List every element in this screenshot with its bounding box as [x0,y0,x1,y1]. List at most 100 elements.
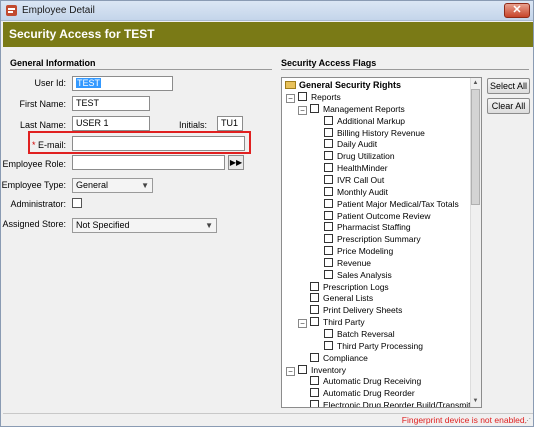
employee-role-lookup-button[interactable]: ▶▶ [228,155,244,170]
employee-type-select[interactable]: General ▼ [72,178,153,193]
flag-checkbox[interactable] [324,257,333,267]
flag-checkbox[interactable] [324,127,333,137]
scroll-up-icon[interactable]: ▲ [471,79,480,88]
tree-item[interactable]: Automatic Drug Reorder [298,387,415,399]
tree-item[interactable]: Price Modeling [312,245,393,257]
flag-label: Drug Utilization [337,151,395,162]
flag-checkbox[interactable] [324,163,333,173]
required-marker: * [31,140,36,150]
first-name-input[interactable]: TEST [72,96,150,111]
employee-role-input[interactable] [72,155,225,170]
assigned-store-select[interactable]: Not Specified ▼ [72,218,217,233]
flag-checkbox[interactable] [310,400,319,407]
last-name-label: Last Name: [19,120,66,130]
general-info-heading: General Information [10,58,96,68]
flag-checkbox[interactable] [310,103,319,113]
tree-item[interactable]: Billing History Revenue [312,127,425,139]
folder-icon [285,81,296,89]
tree-item[interactable]: IVR Call Out [312,174,384,186]
tree-item[interactable]: − Inventory [286,364,346,376]
flag-checkbox[interactable] [310,388,319,398]
chevron-down-icon: ▼ [141,181,149,190]
flag-label: Prescription Summary [337,234,421,245]
flag-label: Billing History Revenue [337,127,425,138]
scrollbar-thumb[interactable] [471,89,480,205]
flag-checkbox[interactable] [324,234,333,244]
tree-item[interactable]: Pharmacist Staffing [312,221,411,233]
scroll-down-icon[interactable]: ▼ [471,397,480,406]
email-label-text: E-mail: [37,140,66,150]
collapse-toggle-icon[interactable]: − [298,319,307,329]
flag-checkbox[interactable] [324,186,333,196]
security-flags-tree[interactable]: General Security Rights − Reports − Managem… [281,77,482,408]
flag-checkbox[interactable] [310,376,319,386]
tree-item[interactable]: Patient Major Medical/Tax Totals [312,198,459,210]
collapse-toggle-icon[interactable]: − [298,105,307,115]
tree-item[interactable]: Electronic Drug Reorder Build/Transmit [298,399,471,407]
tree-item[interactable]: Automatic Drug Receiving [298,375,421,387]
flag-label: HealthMinder [337,163,388,174]
collapse-toggle-icon[interactable]: − [286,94,295,103]
administrator-checkbox[interactable] [72,198,82,208]
flag-checkbox[interactable] [324,139,333,149]
tree-item[interactable]: General Lists [298,292,373,304]
flag-checkbox[interactable] [324,151,333,161]
tree-item[interactable]: Sales Analysis [312,269,392,281]
flag-checkbox[interactable] [310,293,319,303]
flag-checkbox[interactable] [324,329,333,338]
flag-label: Sales Analysis [337,269,392,280]
flag-label: IVR Call Out [337,174,385,185]
tree-item[interactable]: − Reports [286,91,341,103]
tree-item[interactable]: − Management Reports [298,103,405,115]
tree-item[interactable]: Drug Utilization [312,150,395,162]
user-id-input[interactable]: TEST [72,76,173,91]
flag-checkbox[interactable] [298,92,307,101]
tree-item[interactable]: Patient Outcome Review [312,210,431,222]
tree-item[interactable]: Batch Reversal [312,328,395,340]
tree-item[interactable]: Additional Markup [312,115,405,127]
flag-checkbox[interactable] [298,364,307,374]
tree-item[interactable]: Monthly Audit [312,186,388,198]
flag-checkbox[interactable] [324,246,333,256]
tree-root[interactable]: General Security Rights [285,79,401,91]
initials-label: Initials: [178,120,207,130]
title-bar[interactable]: Employee Detail ✕ [1,1,533,21]
flag-label: Monthly Audit [337,186,389,197]
flag-checkbox[interactable] [310,317,319,327]
flag-checkbox[interactable] [324,115,333,125]
user-id-label: User Id: [34,78,66,88]
tree-item[interactable]: Third Party Processing [312,340,423,352]
close-button[interactable]: ✕ [504,3,530,18]
flag-checkbox[interactable] [324,174,333,184]
flag-label: Third Party [323,317,365,328]
window-title: Employee Detail [22,5,95,16]
flag-checkbox[interactable] [324,210,333,220]
flag-checkbox[interactable] [324,222,333,232]
tree-item[interactable]: HealthMinder [312,162,388,174]
tree-item[interactable]: Daily Audit [312,138,377,150]
flag-label: Print Delivery Sheets [323,305,403,316]
resize-grip-icon[interactable]: ⋰ [524,417,532,425]
flag-checkbox[interactable] [324,198,333,208]
tree-item[interactable]: Revenue [312,257,371,269]
flag-checkbox[interactable] [324,340,333,350]
flag-checkbox[interactable] [310,281,319,291]
page-title: Security Access for TEST [9,27,155,41]
assigned-store-value: Not Specified [76,220,130,230]
tree-item[interactable]: − Third Party [298,316,365,329]
initials-input[interactable]: TU1 [217,116,243,131]
collapse-toggle-icon[interactable]: − [286,366,295,376]
employee-detail-window: Employee Detail ✕ Security Access for TE… [0,0,534,427]
email-input[interactable] [72,136,245,151]
tree-item[interactable]: Prescription Logs [298,281,389,293]
tree-item[interactable]: Compliance [298,352,368,364]
clear-all-button[interactable]: Clear All [487,98,530,114]
chevron-down-icon: ▼ [205,221,213,230]
select-all-button[interactable]: Select All [487,78,530,94]
tree-item[interactable]: Print Delivery Sheets [298,304,402,316]
tree-item[interactable]: Prescription Summary [312,233,421,245]
flag-checkbox[interactable] [310,305,319,315]
flag-checkbox[interactable] [324,269,333,279]
flag-label: Compliance [323,352,368,363]
flag-checkbox[interactable] [310,352,319,362]
